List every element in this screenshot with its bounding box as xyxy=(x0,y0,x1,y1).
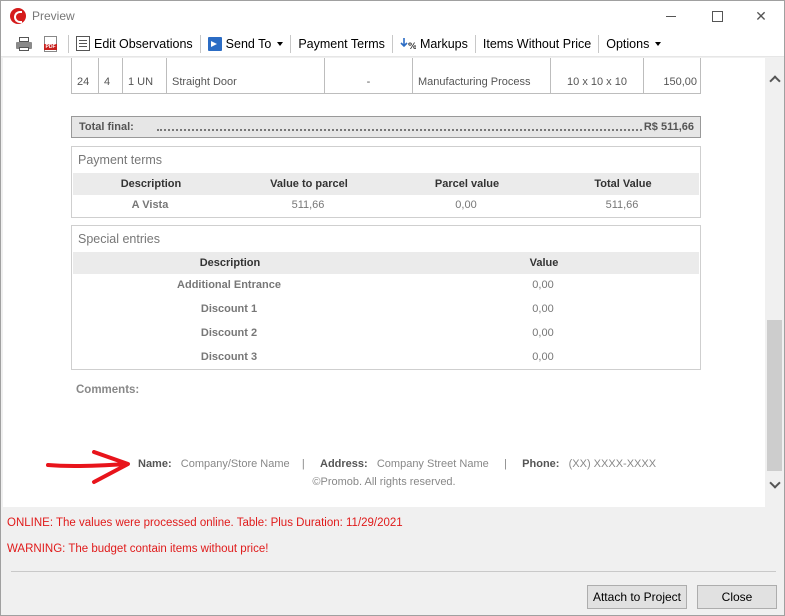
close-icon: ✕ xyxy=(755,7,767,24)
maximize-icon xyxy=(711,10,723,22)
total-value: R$ 511,66 xyxy=(643,121,694,133)
address-value: Company Street Name xyxy=(376,458,489,470)
total-value-cell: 511,66 xyxy=(605,199,639,211)
items-without-price-button[interactable]: Items Without Price xyxy=(479,33,595,55)
minimize-button[interactable] xyxy=(648,1,694,31)
edit-document-icon xyxy=(76,36,90,51)
item-dash-cell: - xyxy=(324,58,412,94)
divider xyxy=(11,571,776,572)
column-header: Description xyxy=(199,257,261,269)
attach-to-project-button[interactable]: Attach to Project xyxy=(587,585,687,609)
payment-description: A Vista xyxy=(131,199,169,211)
phone-label: Phone: xyxy=(522,458,560,470)
entry-description: Discount 1 xyxy=(200,303,258,315)
total-final-bar: Total final: R$ 511,66 xyxy=(71,116,701,138)
item-price-cell: 150,00 xyxy=(643,58,701,94)
maximize-button[interactable] xyxy=(694,1,740,31)
scrollbar-thumb[interactable] xyxy=(767,320,782,471)
item-process-cell: Manufacturing Process xyxy=(412,58,550,94)
toolbar-separator xyxy=(598,34,600,53)
send-to-label: Send To xyxy=(225,36,272,51)
pdf-icon: PDF xyxy=(44,35,57,52)
chevron-down-icon xyxy=(655,41,662,46)
value-to-parcel: 511,66 xyxy=(291,199,325,211)
toolbar: PDF Edit Observations Send To Payment Te… xyxy=(1,31,784,57)
warning-message: WARNING: The budget contain items withou… xyxy=(7,543,269,555)
column-header: Total Value xyxy=(594,178,652,190)
item-unit-cell: 1 UN xyxy=(122,58,166,94)
window-title: Preview xyxy=(32,9,75,23)
table-header: Description Value xyxy=(73,252,699,274)
item-quantity-cell: 4 xyxy=(98,58,122,94)
edit-observations-button[interactable]: Edit Observations xyxy=(72,33,197,55)
entry-value: 0,00 xyxy=(532,303,554,315)
entry-value: 0,00 xyxy=(532,327,554,339)
scroll-up-icon[interactable] xyxy=(769,74,780,85)
toolbar-separator xyxy=(290,34,292,53)
toolbar-separator xyxy=(391,34,393,53)
entry-description: Discount 3 xyxy=(200,351,258,363)
printer-icon xyxy=(16,36,32,51)
address-label: Address: xyxy=(320,458,368,470)
phone-value: (XX) XXXX-XXXX xyxy=(568,458,657,470)
table-header: Description Value to parcel Parcel value… xyxy=(73,173,699,195)
footer-contact-line: Name: Company/Store Name | Address: Comp… xyxy=(138,458,656,470)
entry-value: 0,00 xyxy=(532,351,554,363)
column-header: Value xyxy=(529,257,559,269)
scroll-down-icon[interactable] xyxy=(769,479,780,490)
title-bar: Preview ✕ xyxy=(1,1,784,31)
close-button[interactable]: Close xyxy=(697,585,777,609)
special-entries-panel: Special entries Description Value Additi… xyxy=(71,225,701,370)
column-header: Parcel value xyxy=(434,178,500,190)
separator: | xyxy=(301,458,305,470)
parcel-value: 0,00 xyxy=(455,199,477,211)
name-label: Name: xyxy=(138,458,172,470)
panel-title: Special entries xyxy=(78,232,160,246)
dotted-leader xyxy=(157,129,642,131)
document-preview[interactable]: 24 4 1 UN Straight Door - Manufacturing … xyxy=(3,58,765,507)
comments-label: Comments: xyxy=(76,384,140,396)
payment-terms-panel: Payment terms Description Value to parce… xyxy=(71,146,701,218)
markups-button[interactable]: % Markups xyxy=(396,33,472,55)
send-to-dropdown[interactable]: Send To xyxy=(204,33,288,55)
vertical-scrollbar[interactable] xyxy=(765,58,784,507)
separator: | xyxy=(504,458,507,470)
payment-terms-button[interactable]: Payment Terms xyxy=(294,33,389,55)
options-dropdown[interactable]: Options xyxy=(602,33,665,55)
name-value: Company/Store Name xyxy=(180,458,290,470)
minimize-icon xyxy=(666,15,676,17)
entry-description: Discount 2 xyxy=(200,327,258,339)
edit-observations-label: Edit Observations xyxy=(94,36,193,51)
column-header: Value to parcel xyxy=(270,178,348,190)
items-without-price-label: Items Without Price xyxy=(482,36,592,51)
toolbar-separator xyxy=(68,34,69,53)
toolbar-separator xyxy=(199,34,201,53)
print-button[interactable] xyxy=(12,33,40,55)
entry-description: Additional Entrance xyxy=(177,279,281,291)
export-pdf-button[interactable]: PDF xyxy=(40,33,65,55)
payment-terms-label: Payment Terms xyxy=(298,36,385,51)
markups-label: Markups xyxy=(419,36,468,51)
app-logo-icon xyxy=(10,8,26,24)
online-message: ONLINE: The values were processed online… xyxy=(7,517,403,529)
item-number-cell: 24 xyxy=(77,76,90,88)
chevron-down-icon xyxy=(277,41,284,46)
item-dimensions-cell: 10 x 10 x 10 xyxy=(550,58,643,94)
close-window-button[interactable]: ✕ xyxy=(738,1,784,31)
entry-value: 0,00 xyxy=(532,279,554,291)
total-label: Total final: xyxy=(79,121,134,133)
options-label: Options xyxy=(606,36,650,51)
item-description-cell: Straight Door xyxy=(166,58,324,94)
svg-text:%: % xyxy=(408,42,416,52)
markups-icon: % xyxy=(400,36,417,52)
preview-window: Preview ✕ PDF Edit Observations Send To … xyxy=(0,0,785,616)
panel-title: Payment terms xyxy=(78,153,163,167)
table-row: 24 4 1 UN Straight Door - Manufacturing … xyxy=(71,58,701,94)
copyright-text: ©Promob. All rights reserved. xyxy=(312,476,456,488)
toolbar-separator xyxy=(474,34,476,53)
send-icon xyxy=(207,36,222,51)
column-header: Description xyxy=(120,178,182,190)
